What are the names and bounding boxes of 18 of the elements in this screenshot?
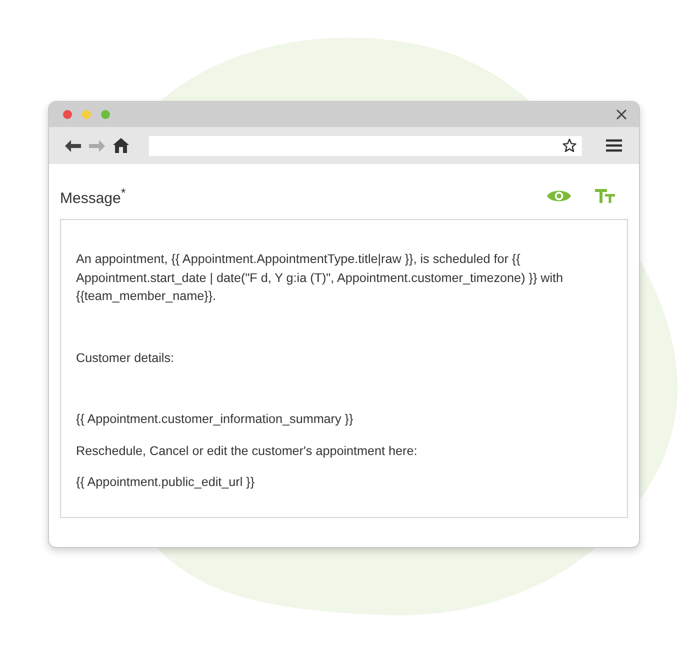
- home-icon[interactable]: [113, 138, 129, 153]
- maximize-dot-icon[interactable]: [101, 110, 110, 119]
- field-label: Message$^{*}$: [60, 186, 127, 206]
- text-size-icon[interactable]: [595, 189, 615, 203]
- forward-arrow-icon[interactable]: [89, 140, 105, 152]
- message-paragraph: {{ Appointment.public_edit_url }}: [76, 474, 256, 491]
- message-paragraph: Customer details:: [76, 350, 175, 366]
- message-text-area[interactable]: [60, 219, 628, 518]
- message-paragraph: An appointment, {{ Appointment.AppointmentType.title|raw }}, is scheduled for {{ Appointment.start_date | date("F d, Y g:ia (T)", Appointment.customer_timezone) }} with {{team_member_name}}.: [76, 251, 564, 305]
- close-icon[interactable]: [616, 109, 627, 120]
- back-arrow-icon[interactable]: [65, 140, 81, 152]
- close-dot-icon[interactable]: [63, 110, 72, 119]
- menu-icon[interactable]: [606, 139, 622, 152]
- minimize-dot-icon[interactable]: [82, 110, 91, 119]
- message-paragraph: Reschedule, Cancel or edit the customer's appointment here:: [76, 442, 418, 460]
- eye-icon[interactable]: [547, 189, 571, 203]
- star-icon[interactable]: [562, 138, 577, 153]
- message-paragraph: {{ Appointment.customer_information_summary }}: [76, 411, 354, 428]
